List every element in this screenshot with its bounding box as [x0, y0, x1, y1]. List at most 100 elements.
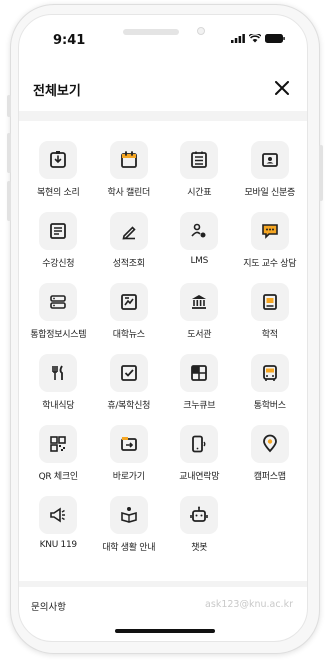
menu-item-bus[interactable]: 통학버스 [235, 354, 306, 411]
menu-label: 캠퍼스맵 [253, 472, 286, 482]
menu-grid: 복현의 소리 학사 캘린더 시간표 모바일 신분증 수강신청 성적조회 LMS … [23, 141, 305, 553]
menu-tile [180, 212, 219, 250]
menu-tile [39, 141, 78, 179]
library-icon [192, 295, 207, 309]
menu-item-knu119[interactable]: KNU 119 [23, 496, 94, 553]
menu-tile [39, 212, 78, 250]
menu-item-advisor[interactable]: 지도 교수 상담 [235, 212, 306, 269]
advisor-chat-icon [261, 224, 278, 239]
menu-tile [109, 141, 148, 179]
calendar-icon [120, 151, 137, 168]
close-button[interactable] [271, 77, 293, 99]
app-screen: 9:41 전체보기 복현의 소리 학사 캘린더 시간표 모바일 신분증 수강신청… [18, 14, 308, 642]
menu-item-system[interactable]: 통합정보시스템 [23, 283, 94, 340]
menu-tile [250, 354, 289, 392]
inquiry-label: 문의사항 [31, 602, 66, 613]
menu-label: 모바일 신분증 [244, 188, 296, 198]
voice-icon [50, 151, 67, 168]
menu-tile [109, 425, 148, 463]
menu-item-mobile-id[interactable]: 모바일 신분증 [235, 141, 306, 198]
menu-item-voice[interactable]: 복현의 소리 [23, 141, 94, 198]
menu-label: 통학버스 [253, 401, 286, 411]
status-bar: 9:41 [19, 15, 307, 59]
menu-item-campus-guide[interactable]: 대학 생활 안내 [94, 496, 165, 553]
menu-tile [180, 283, 219, 321]
system-icon [50, 295, 67, 309]
menu-label: LMS [190, 256, 209, 266]
menu-label: 휴/복학신청 [107, 401, 151, 411]
qr-icon [50, 436, 67, 452]
menu-item-shortcut[interactable]: 바로가기 [94, 425, 165, 482]
menu-item-calendar[interactable]: 학사 캘린더 [94, 141, 165, 198]
menu-tile [180, 141, 219, 179]
side-button [319, 145, 323, 201]
battery-icon [265, 34, 285, 43]
menu-tile [109, 212, 148, 250]
menu-item-phone[interactable]: 교내연락망 [164, 425, 235, 482]
inquiry-row[interactable]: 문의사항 ask123@knu.ac.kr [19, 589, 307, 625]
menu-item-lms[interactable]: LMS [164, 212, 235, 269]
menu-label: 학적 [261, 330, 278, 340]
shortcut-icon [120, 437, 137, 451]
close-icon [275, 81, 289, 95]
menu-tile [39, 354, 78, 392]
menu-label: 복현의 소리 [37, 188, 80, 198]
menu-item-cube[interactable]: 크누큐브 [164, 354, 235, 411]
menu-label: 크누큐브 [183, 401, 216, 411]
menu-tile [180, 354, 219, 392]
menu-tile [39, 283, 78, 321]
menu-label: 도서관 [187, 330, 212, 340]
menu-tile [250, 283, 289, 321]
page-header: 전체보기 [19, 69, 307, 109]
menu-item-library[interactable]: 도서관 [164, 283, 235, 340]
checkbox-icon [120, 365, 137, 381]
menu-item-record[interactable]: 학적 [235, 283, 306, 340]
lms-icon [191, 223, 206, 238]
course-icon [50, 223, 67, 239]
menu-tile [250, 141, 289, 179]
menu-item-qr[interactable]: QR 체크인 [23, 425, 94, 482]
menu-label: 수강신청 [42, 259, 75, 269]
menu-label: QR 체크인 [38, 472, 79, 482]
page-title: 전체보기 [33, 84, 81, 99]
status-time: 9:41 [53, 33, 86, 48]
map-pin-icon [262, 434, 277, 453]
menu-label: 성적조회 [112, 259, 145, 269]
speaker-notch [123, 29, 179, 35]
record-icon [262, 294, 277, 310]
cafeteria-icon [52, 365, 64, 380]
menu-tile [250, 212, 289, 250]
signal-icon [231, 34, 245, 43]
menu-item-chatbot[interactable]: 챗봇 [164, 496, 235, 553]
menu-tile [109, 354, 148, 392]
menu-item-grade[interactable]: 성적조회 [94, 212, 165, 269]
timetable-icon [191, 151, 208, 168]
menu-item-cafeteria[interactable]: 학내식당 [23, 354, 94, 411]
home-indicator[interactable] [115, 629, 215, 633]
inquiry-email[interactable]: ask123@knu.ac.kr [205, 599, 293, 610]
menu-label: 학내식당 [42, 401, 75, 411]
guide-icon [120, 507, 137, 523]
menu-label: 대학 생활 안내 [102, 543, 156, 553]
bus-icon [262, 365, 277, 381]
menu-item-timetable[interactable]: 시간표 [164, 141, 235, 198]
phone-icon [192, 435, 206, 453]
menu-item-campus-map[interactable]: 캠퍼스맵 [235, 425, 306, 482]
menu-label: 바로가기 [112, 472, 145, 482]
section-divider [19, 111, 307, 121]
menu-item-news[interactable]: 대학뉴스 [94, 283, 165, 340]
menu-label: KNU 119 [39, 540, 77, 550]
megaphone-icon [50, 507, 66, 523]
wifi-icon [249, 34, 261, 43]
menu-tile [109, 496, 148, 534]
menu-label: 학사 캘린더 [107, 188, 151, 198]
menu-tile [180, 496, 219, 534]
menu-item-course[interactable]: 수강신청 [23, 212, 94, 269]
menu-tile [250, 425, 289, 463]
menu-label: 챗봇 [191, 543, 208, 553]
menu-label: 교내연락망 [179, 472, 220, 482]
menu-tile [109, 283, 148, 321]
grade-icon [122, 226, 136, 240]
id-card-icon [261, 153, 278, 167]
menu-item-leave[interactable]: 휴/복학신청 [94, 354, 165, 411]
